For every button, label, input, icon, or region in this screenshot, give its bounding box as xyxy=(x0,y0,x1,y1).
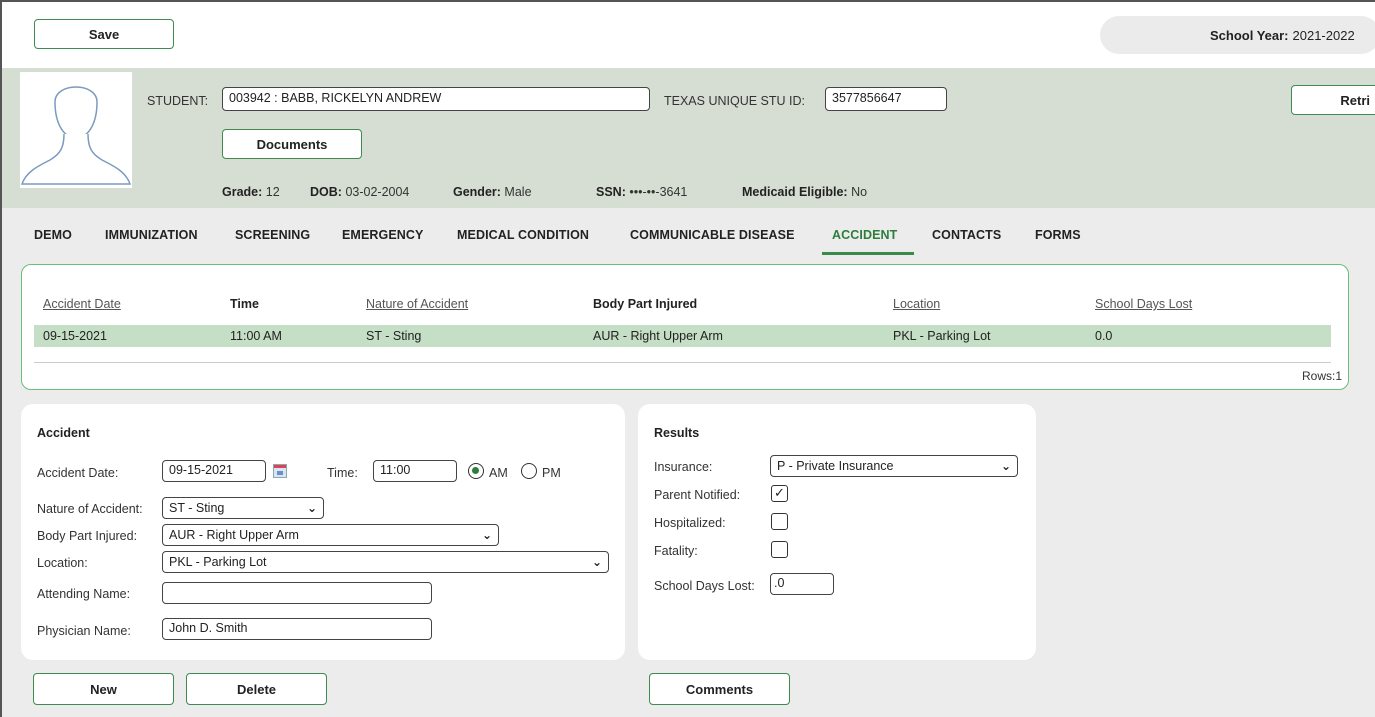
time-input[interactable]: 11:00 xyxy=(373,460,457,482)
documents-button[interactable]: Documents xyxy=(222,129,362,159)
accident-date-label: Accident Date: xyxy=(37,466,119,480)
ssn-info: SSN: •••-••-3641 xyxy=(596,185,688,199)
school-days-lost-input[interactable]: .0 xyxy=(770,573,834,595)
row-count: Rows:1 xyxy=(1301,369,1342,383)
am-radio[interactable] xyxy=(468,463,484,479)
grid-divider xyxy=(34,362,1331,363)
results-panel: Results Insurance: P - Private Insurance… xyxy=(638,404,1036,660)
insurance-select[interactable]: P - Private Insurance ⌄ xyxy=(770,455,1018,477)
column-header-time: Time xyxy=(230,297,259,311)
tab-medical-condition[interactable]: MEDICAL CONDITION xyxy=(457,228,589,242)
chevron-down-icon: ⌄ xyxy=(591,555,602,569)
attending-name-label: Attending Name: xyxy=(37,587,131,601)
column-header-days-lost[interactable]: School Days Lost xyxy=(1095,297,1192,311)
cell-body-part: AUR - Right Upper Arm xyxy=(593,329,723,343)
calendar-icon[interactable] xyxy=(273,464,287,478)
student-header: STUDENT: 003942 : BABB, RICKELYN ANDREW … xyxy=(2,68,1375,208)
column-header-nature[interactable]: Nature of Accident xyxy=(366,297,468,311)
tab-immunization[interactable]: IMMUNIZATION xyxy=(105,228,198,242)
column-header-location[interactable]: Location xyxy=(893,297,940,311)
school-year-value: 2021-2022 xyxy=(1292,27,1355,43)
parent-notified-label: Parent Notified: xyxy=(654,488,741,502)
accident-panel-title: Accident xyxy=(37,426,90,440)
nature-value: ST - Sting xyxy=(169,501,225,515)
am-label: AM xyxy=(489,466,508,480)
nature-label: Nature of Accident: xyxy=(37,502,143,516)
cell-nature: ST - Sting xyxy=(366,329,422,343)
tab-forms[interactable]: FORMS xyxy=(1035,228,1081,242)
tab-communicable-disease[interactable]: COMMUNICABLE DISEASE xyxy=(630,228,795,242)
tab-screening[interactable]: SCREENING xyxy=(235,228,310,242)
tab-bar: DEMO IMMUNIZATION SCREENING EMERGENCY ME… xyxy=(2,208,1375,256)
chevron-down-icon: ⌄ xyxy=(481,528,492,542)
accident-panel: Accident Accident Date: 09-15-2021 Time:… xyxy=(21,404,625,660)
column-header-body-part: Body Part Injured xyxy=(593,297,698,311)
parent-notified-checkbox[interactable]: ✓ xyxy=(771,485,788,502)
accident-grid: Accident Date Time Nature of Accident Bo… xyxy=(21,264,1349,390)
school-days-lost-label: School Days Lost: xyxy=(654,579,755,593)
save-button[interactable]: Save xyxy=(34,19,174,49)
body-part-label: Body Part Injured: xyxy=(37,529,138,543)
student-label: STUDENT: xyxy=(147,94,209,108)
insurance-value: P - Private Insurance xyxy=(777,459,894,473)
unique-id-field[interactable]: 3577856647 xyxy=(825,87,947,111)
body-part-select[interactable]: AUR - Right Upper Arm ⌄ xyxy=(162,524,499,546)
tab-emergency[interactable]: EMERGENCY xyxy=(342,228,423,242)
gender-info: Gender: Male xyxy=(453,185,532,199)
tab-contacts[interactable]: CONTACTS xyxy=(932,228,1001,242)
new-button[interactable]: New xyxy=(33,673,174,705)
body-part-value: AUR - Right Upper Arm xyxy=(169,528,299,542)
location-select[interactable]: PKL - Parking Lot ⌄ xyxy=(162,551,609,573)
avatar-icon xyxy=(20,86,132,185)
student-photo xyxy=(20,72,132,188)
pm-radio[interactable] xyxy=(521,463,537,479)
dob-info: DOB: 03-02-2004 xyxy=(310,185,410,199)
fatality-checkbox[interactable] xyxy=(771,541,788,558)
school-year-indicator: School Year: 2021-2022 xyxy=(1100,16,1375,54)
attending-name-input[interactable] xyxy=(162,582,432,604)
cell-days-lost: 0.0 xyxy=(1095,329,1113,343)
pm-label: PM xyxy=(542,466,561,480)
retrieve-button[interactable]: Retri xyxy=(1291,85,1375,115)
column-header-accident-date[interactable]: Accident Date xyxy=(43,297,121,311)
active-tab-indicator xyxy=(822,252,914,255)
chevron-down-icon: ⌄ xyxy=(1000,459,1011,473)
tab-accident[interactable]: ACCIDENT xyxy=(832,228,897,242)
hospitalized-label: Hospitalized: xyxy=(654,516,726,530)
nature-select[interactable]: ST - Sting ⌄ xyxy=(162,497,324,519)
chevron-down-icon: ⌄ xyxy=(306,501,317,515)
cell-accident-date: 09-15-2021 xyxy=(43,329,107,343)
fatality-label: Fatality: xyxy=(654,544,698,558)
delete-button[interactable]: Delete xyxy=(186,673,327,705)
student-field[interactable]: 003942 : BABB, RICKELYN ANDREW xyxy=(222,87,650,111)
results-panel-title: Results xyxy=(654,426,700,440)
medicaid-info: Medicaid Eligible: No xyxy=(742,185,868,199)
physician-name-input[interactable]: John D. Smith xyxy=(162,618,432,640)
school-year-label: School Year: xyxy=(1210,27,1289,43)
hospitalized-checkbox[interactable] xyxy=(771,513,788,530)
physician-name-label: Physician Name: xyxy=(37,624,131,638)
comments-button[interactable]: Comments xyxy=(649,673,790,705)
time-label: Time: xyxy=(327,466,358,480)
tab-demo[interactable]: DEMO xyxy=(34,228,72,242)
insurance-label: Insurance: xyxy=(654,460,713,474)
location-value: PKL - Parking Lot xyxy=(169,555,267,569)
unique-id-label: TEXAS UNIQUE STU ID: xyxy=(664,94,805,108)
accident-date-input[interactable]: 09-15-2021 xyxy=(162,460,266,482)
location-label: Location: xyxy=(37,556,88,570)
cell-location: PKL - Parking Lot xyxy=(893,329,991,343)
grade-info: Grade: 12 xyxy=(222,185,280,199)
cell-time: 11:00 AM xyxy=(230,329,282,343)
